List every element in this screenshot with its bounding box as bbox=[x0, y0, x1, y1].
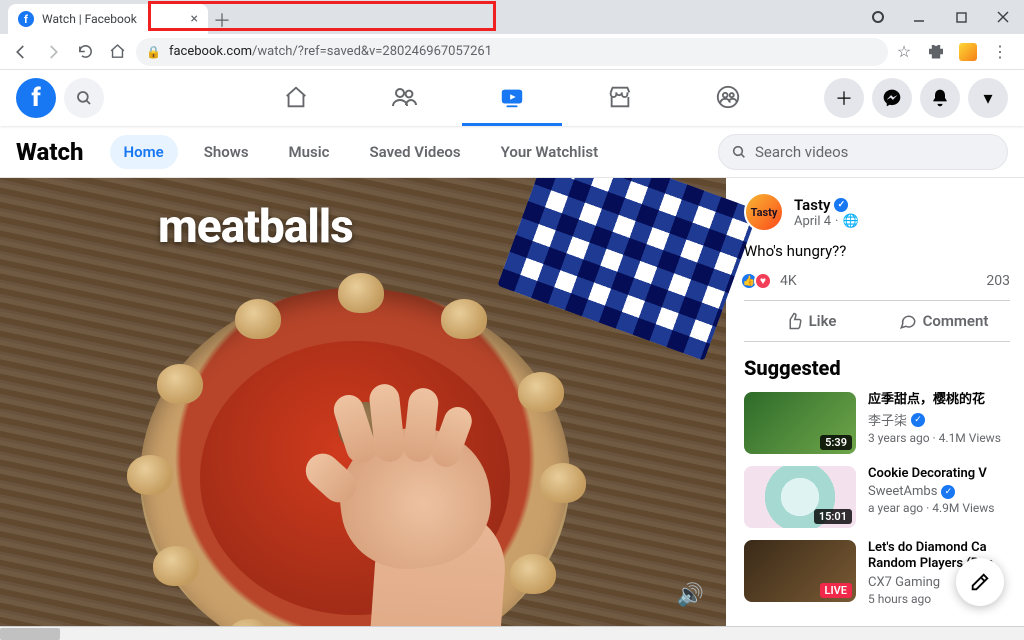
privacy-icon: 🌐 bbox=[842, 214, 858, 229]
volume-icon[interactable]: 🔊 bbox=[677, 583, 704, 608]
horizontal-scrollbar[interactable] bbox=[0, 626, 1024, 640]
close-window-button[interactable] bbox=[982, 3, 1024, 31]
post-text: Who's hungry?? bbox=[744, 242, 1010, 260]
suggested-author: SweetAmbs✓ bbox=[868, 484, 995, 499]
video-player[interactable]: meatballs 🔊 bbox=[0, 178, 726, 626]
like-button[interactable]: Like bbox=[744, 301, 877, 341]
tab-home[interactable] bbox=[246, 70, 346, 126]
notifications-button[interactable] bbox=[920, 78, 960, 118]
verified-badge-icon: ✓ bbox=[941, 485, 955, 499]
content-area: meatballs 🔊 Tasty Tasty ✓ April 4 · 🌐 Wh… bbox=[0, 178, 1024, 626]
suggested-title: 应季甜点，樱桃的花 bbox=[868, 392, 1001, 408]
pill-watchlist[interactable]: Your Watchlist bbox=[487, 135, 613, 169]
hand-graphic bbox=[300, 388, 520, 626]
account-indicator-icon[interactable] bbox=[872, 11, 884, 23]
maximize-button[interactable] bbox=[940, 3, 982, 31]
suggested-thumb: 5:39 bbox=[744, 392, 856, 454]
messenger-button[interactable] bbox=[872, 78, 912, 118]
compose-fab[interactable] bbox=[956, 558, 1004, 606]
lock-icon: 🔒 bbox=[146, 45, 161, 59]
tab-friends[interactable] bbox=[354, 70, 454, 126]
browser-titlebar: f Watch | Facebook × ＋ bbox=[0, 0, 1024, 34]
post-header: Tasty Tasty ✓ April 4 · 🌐 bbox=[744, 192, 1010, 232]
suggested-heading: Suggested bbox=[744, 356, 1010, 380]
watch-heading: Watch bbox=[16, 138, 84, 166]
verified-badge-icon: ✓ bbox=[911, 413, 925, 427]
post-meta: April 4 · 🌐 bbox=[794, 214, 859, 229]
duration-badge: 15:01 bbox=[814, 509, 852, 524]
comment-count[interactable]: 203 bbox=[986, 273, 1010, 289]
watch-search-placeholder: Search videos bbox=[755, 143, 848, 161]
suggested-meta: a year ago · 4.9M Views bbox=[868, 501, 995, 515]
account-menu-button[interactable]: ▾ bbox=[968, 78, 1008, 118]
back-button[interactable] bbox=[8, 39, 34, 65]
thumb-up-icon bbox=[785, 312, 803, 330]
edit-icon bbox=[969, 571, 991, 593]
search-icon bbox=[731, 144, 747, 160]
reload-button[interactable] bbox=[72, 39, 98, 65]
reactions-row: 👍 ♥ 4K 203 bbox=[744, 272, 1010, 290]
address-bar[interactable]: 🔒 facebook.com/watch/?ref=saved&v=280246… bbox=[136, 38, 888, 66]
window-controls bbox=[872, 0, 1024, 34]
watch-subnav: Watch Home Shows Music Saved Videos Your… bbox=[0, 126, 1024, 178]
forward-button[interactable] bbox=[40, 39, 66, 65]
fb-nav-tabs bbox=[246, 70, 778, 126]
tab-watch[interactable] bbox=[462, 70, 562, 126]
extensions-icon[interactable] bbox=[926, 42, 946, 62]
tab-title: Watch | Facebook bbox=[42, 12, 137, 26]
love-reaction-icon: ♥ bbox=[754, 272, 772, 290]
reaction-count[interactable]: 4K bbox=[780, 273, 797, 289]
extension-yellow-icon[interactable] bbox=[958, 42, 978, 62]
watch-search-input[interactable]: Search videos bbox=[718, 134, 1008, 170]
pill-saved-videos[interactable]: Saved Videos bbox=[355, 135, 474, 169]
video-sidebar: Tasty Tasty ✓ April 4 · 🌐 Who's hungry??… bbox=[726, 178, 1024, 626]
browser-toolbar: 🔒 facebook.com/watch/?ref=saved&v=280246… bbox=[0, 34, 1024, 70]
facebook-header: f ＋ ▾ bbox=[0, 70, 1024, 126]
pill-shows[interactable]: Shows bbox=[190, 135, 263, 169]
verified-badge-icon: ✓ bbox=[834, 198, 848, 212]
author-name-row[interactable]: Tasty ✓ bbox=[794, 196, 859, 214]
url-text: facebook.com/watch/?ref=saved&v=28024696… bbox=[169, 44, 492, 59]
video-caption: meatballs bbox=[158, 200, 353, 254]
tab-close-icon[interactable]: × bbox=[191, 11, 198, 27]
chrome-menu-icon[interactable]: ⋮ bbox=[990, 42, 1010, 62]
author-name: Tasty bbox=[794, 196, 830, 214]
facebook-logo[interactable]: f bbox=[16, 78, 56, 118]
post-actions: Like Comment bbox=[744, 300, 1010, 342]
bookmark-star-icon[interactable]: ☆ bbox=[894, 42, 914, 62]
scrollbar-thumb[interactable] bbox=[0, 628, 60, 640]
post-date: April 4 bbox=[794, 214, 831, 229]
suggested-thumb: LIVE bbox=[744, 540, 856, 602]
comment-icon bbox=[899, 312, 917, 330]
home-button[interactable] bbox=[104, 39, 130, 65]
suggested-title: Cookie Decorating V bbox=[868, 466, 995, 482]
tab-marketplace[interactable] bbox=[570, 70, 670, 126]
new-tab-button[interactable]: ＋ bbox=[208, 6, 236, 34]
suggested-item[interactable]: 5:39 应季甜点，樱桃的花 李子柒✓ 3 years ago · 4.1M V… bbox=[744, 392, 1010, 454]
tab-groups[interactable] bbox=[678, 70, 778, 126]
duration-badge: 5:39 bbox=[820, 435, 852, 450]
pill-music[interactable]: Music bbox=[275, 135, 344, 169]
browser-tab[interactable]: f Watch | Facebook × bbox=[8, 4, 208, 34]
suggested-author: 李子柒✓ bbox=[868, 410, 1001, 429]
suggested-meta: 3 years ago · 4.1M Views bbox=[868, 431, 1001, 445]
minimize-button[interactable] bbox=[898, 3, 940, 31]
comment-button[interactable]: Comment bbox=[877, 301, 1010, 341]
suggested-item[interactable]: 15:01 Cookie Decorating V SweetAmbs✓ a y… bbox=[744, 466, 1010, 528]
live-badge: LIVE bbox=[820, 583, 852, 598]
suggested-thumb: 15:01 bbox=[744, 466, 856, 528]
tab-favicon: f bbox=[18, 11, 34, 27]
pill-home[interactable]: Home bbox=[110, 135, 178, 169]
fb-search-button[interactable] bbox=[64, 78, 104, 118]
author-avatar[interactable]: Tasty bbox=[744, 192, 784, 232]
create-button[interactable]: ＋ bbox=[824, 78, 864, 118]
fb-right-actions: ＋ ▾ bbox=[824, 78, 1008, 118]
